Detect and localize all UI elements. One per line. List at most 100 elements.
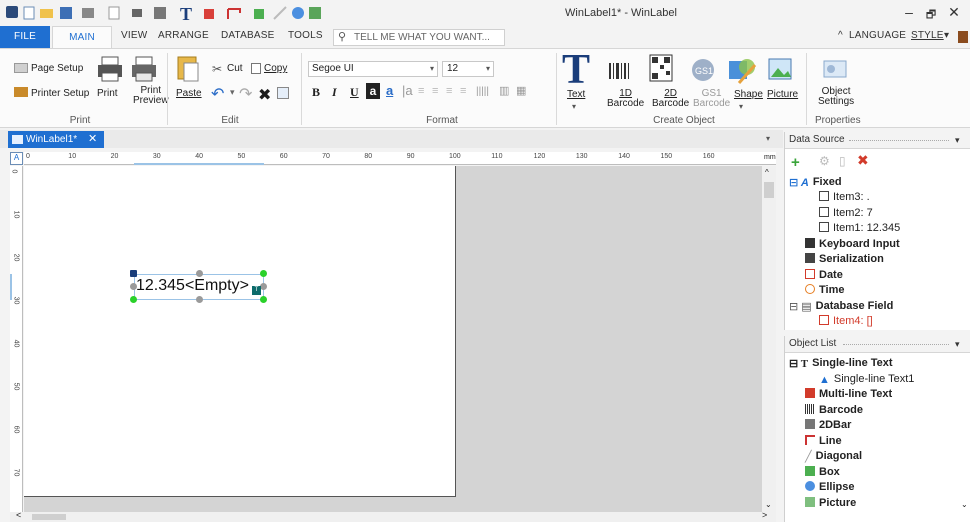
- vertical-text-icon[interactable]: ▥: [499, 84, 509, 97]
- undo-dropdown-icon[interactable]: ▾: [230, 87, 235, 98]
- barcode-1d-button[interactable]: 1D Barcode: [607, 89, 644, 109]
- scroll-thumb[interactable]: [764, 182, 774, 198]
- anchor-handle[interactable]: [130, 270, 137, 277]
- obj-2dbar[interactable]: 2DBar: [805, 419, 851, 431]
- shape-dropdown-icon[interactable]: ▾: [739, 102, 743, 111]
- underline-button[interactable]: U: [350, 85, 359, 100]
- delete-icon[interactable]: ✖: [258, 85, 271, 105]
- align-right-icon[interactable]: ≡: [446, 85, 452, 97]
- resize-handle[interactable]: [130, 283, 137, 290]
- font-color-icon[interactable]: a: [386, 83, 393, 98]
- close-tab-icon[interactable]: ✕: [88, 131, 97, 148]
- tree-item3[interactable]: Item3: .: [819, 191, 870, 203]
- text-effect-icon[interactable]: |a: [402, 83, 413, 98]
- tree-date[interactable]: Date: [805, 269, 843, 281]
- print-button[interactable]: Print: [97, 89, 118, 99]
- obj-box[interactable]: Box: [805, 466, 840, 478]
- char-spacing-icon[interactable]: |||||: [476, 86, 489, 97]
- tab-file[interactable]: FILE: [0, 26, 50, 48]
- resize-handle[interactable]: [260, 270, 267, 277]
- tree-item1[interactable]: Item1: 12.345: [819, 222, 900, 234]
- obj-multi-line-text[interactable]: Multi-line Text: [805, 388, 892, 400]
- panel-options-icon[interactable]: ▾: [955, 132, 960, 148]
- shape-button[interactable]: Shape: [734, 90, 763, 100]
- tree-time[interactable]: Time: [805, 284, 844, 296]
- expand-icon[interactable]: ⊟ ▤: [789, 300, 812, 313]
- minimize-button[interactable]: –: [899, 4, 919, 20]
- style-dropdown-icon[interactable]: ▾: [944, 30, 949, 41]
- obj-single-line-text[interactable]: ⊟ T Single-line Text: [789, 357, 893, 370]
- gs1-barcode-button[interactable]: GS1 Barcode: [693, 89, 730, 109]
- obj-diagonal[interactable]: ╱ Diagonal: [805, 450, 862, 463]
- resize-handle[interactable]: [196, 270, 203, 277]
- panel-grip[interactable]: [843, 344, 949, 345]
- label-page[interactable]: [24, 166, 456, 497]
- obj-barcode[interactable]: Barcode: [805, 404, 863, 416]
- scroll-left-icon[interactable]: <: [16, 510, 21, 520]
- resize-handle[interactable]: [196, 296, 203, 303]
- obj-ellipse[interactable]: Ellipse: [805, 481, 854, 493]
- italic-button[interactable]: I: [332, 85, 337, 100]
- copy-icon[interactable]: ▯: [839, 154, 846, 168]
- resize-handle[interactable]: [260, 283, 267, 290]
- tree-keyboard-input[interactable]: Keyboard Input: [805, 238, 900, 250]
- panel-options-icon[interactable]: ▾: [955, 336, 960, 352]
- printer-setup-button[interactable]: Printer Setup: [31, 89, 89, 99]
- restore-button[interactable]: 🗗: [921, 6, 941, 25]
- ruler-corner[interactable]: A: [10, 152, 23, 165]
- vertical-scrollbar[interactable]: ^ ⌄: [762, 166, 776, 512]
- scroll-right-icon[interactable]: >: [762, 510, 767, 520]
- bold-button[interactable]: B: [312, 85, 320, 100]
- scroll-down-icon[interactable]: ⌄: [765, 500, 772, 509]
- font-select[interactable]: Segoe UI ▾: [308, 61, 438, 77]
- tell-me-search[interactable]: ⚲ TELL ME WHAT YOU WANT...: [333, 29, 505, 46]
- tree-fixed[interactable]: ⊟ A Fixed: [789, 176, 842, 189]
- delete-icon[interactable]: ✖: [857, 152, 869, 169]
- tree-database-field[interactable]: ⊟ ▤ Database Field: [789, 300, 893, 313]
- resize-handle[interactable]: [130, 296, 137, 303]
- tree-item2[interactable]: Item2: 7: [819, 207, 873, 219]
- style-menu[interactable]: STYLE: [911, 30, 944, 41]
- design-canvas[interactable]: 12.345<Empty> T: [24, 166, 762, 512]
- text-dropdown-icon[interactable]: ▾: [572, 102, 576, 111]
- obj-picture[interactable]: Picture: [805, 497, 856, 509]
- align-left-icon[interactable]: ≡: [418, 85, 424, 97]
- tab-main[interactable]: MAIN: [52, 26, 112, 48]
- tab-view[interactable]: VIEW: [121, 30, 147, 41]
- add-icon[interactable]: +: [791, 154, 800, 171]
- align-justify-icon[interactable]: ≡: [460, 85, 466, 97]
- tab-database[interactable]: DATABASE: [221, 30, 274, 41]
- paste-button[interactable]: Paste: [176, 89, 202, 99]
- quick-access-toolbar[interactable]: T: [4, 4, 344, 22]
- tab-list-dropdown-icon[interactable]: ▾: [766, 134, 770, 143]
- user-avatar[interactable]: [958, 31, 968, 43]
- document-tab[interactable]: WinLabel1* ✕: [8, 131, 104, 148]
- cut-button[interactable]: Cut: [227, 64, 243, 74]
- barcode-2d-button[interactable]: 2D Barcode: [652, 89, 689, 109]
- text-object-button[interactable]: Text: [567, 90, 585, 100]
- resize-handle[interactable]: [260, 296, 267, 303]
- settings-icon[interactable]: ⚙: [819, 154, 830, 168]
- inverse-text-icon[interactable]: a: [366, 83, 380, 99]
- select-all-icon[interactable]: [277, 87, 289, 99]
- tab-tools[interactable]: TOOLS: [288, 30, 323, 41]
- obj-single-line-text1[interactable]: ▲ Single-line Text1: [819, 373, 914, 386]
- language-menu[interactable]: LANGUAGE: [849, 30, 906, 41]
- font-size-select[interactable]: 12 ▾: [442, 61, 494, 77]
- tree-item4[interactable]: Item4: []: [819, 315, 873, 327]
- copy-button[interactable]: Copy: [264, 64, 287, 74]
- picture-button[interactable]: Picture: [767, 90, 798, 100]
- panel-grip[interactable]: [849, 140, 949, 141]
- object-settings-button[interactable]: Object Settings: [818, 87, 854, 107]
- tree-serialization[interactable]: Serialization: [805, 253, 884, 265]
- obj-line[interactable]: Line: [805, 435, 842, 447]
- text-direction-icon[interactable]: ▦: [516, 84, 526, 97]
- align-center-icon[interactable]: ≡: [432, 85, 438, 97]
- horizontal-scrollbar[interactable]: < >: [10, 510, 776, 522]
- scroll-up-icon[interactable]: ^: [765, 168, 769, 177]
- close-button[interactable]: ✕: [944, 4, 964, 21]
- tab-arrange[interactable]: ARRANGE: [158, 30, 209, 41]
- scroll-down-icon[interactable]: ⌄: [961, 500, 968, 509]
- print-preview-button[interactable]: Print Preview: [133, 86, 169, 106]
- redo-icon[interactable]: ↷: [239, 84, 252, 104]
